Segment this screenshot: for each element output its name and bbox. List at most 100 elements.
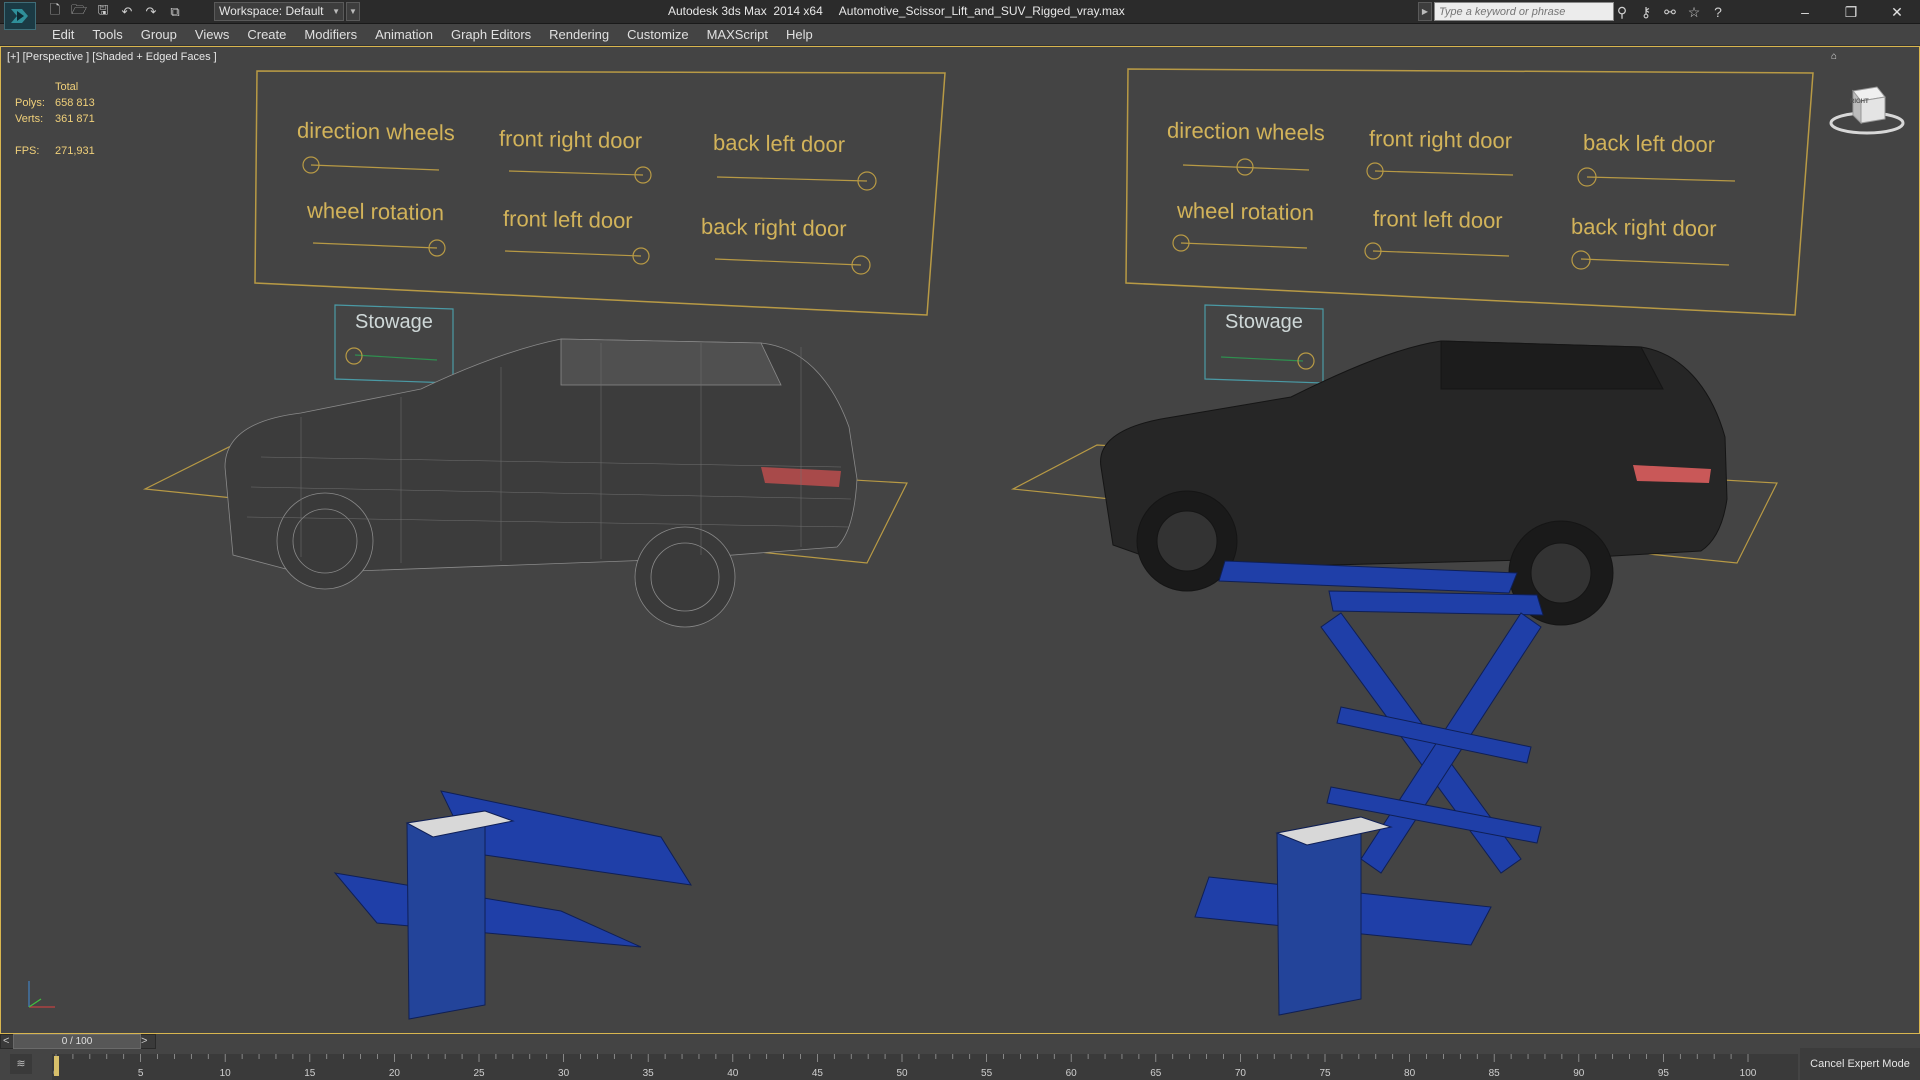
verts-value: 361 871 [55, 113, 95, 125]
frame-indicator [54, 1056, 59, 1076]
time-slider-thumb[interactable]: 0 / 100 [13, 1034, 141, 1049]
window-controls: – ❐ ✕ [1782, 0, 1920, 24]
project-folder-icon[interactable]: ⧉ [164, 2, 186, 22]
search-subscription-icon[interactable]: ⚯ [1660, 2, 1680, 22]
perspective-viewport[interactable]: [+] [Perspective ] [Shaded + Edged Faces… [0, 46, 1920, 1034]
timeline-tick-label: 65 [1150, 1068, 1162, 1079]
redo-icon[interactable]: ↷ [140, 2, 162, 22]
timeline-tick-label: 15 [304, 1068, 316, 1079]
scissor-lift-lowered [333, 790, 692, 1020]
timeline-tick-label: 75 [1319, 1068, 1331, 1079]
menu-graph-editors[interactable]: Graph Editors [451, 27, 531, 42]
label-back-left-door-right[interactable]: back left door [1583, 130, 1715, 158]
label-direction-wheels[interactable]: direction wheels [297, 118, 455, 147]
menu-animation[interactable]: Animation [375, 27, 433, 42]
viewcube-pin-icon[interactable]: ⌂ [1831, 51, 1837, 62]
open-icon[interactable]: 🗁 [68, 2, 90, 22]
next-frame-icon[interactable]: > [141, 1035, 147, 1047]
workspace-label: Workspace: Default [219, 4, 324, 18]
timeline-ruler[interactable]: 0510152025303540455055606570758085909510… [52, 1054, 1798, 1080]
label-wheel-rotation-right[interactable]: wheel rotation [1177, 198, 1314, 226]
viewcube-face-label: RIGHT [1850, 99, 1869, 105]
timeline-tick-label: 5 [138, 1068, 144, 1079]
workspace-dropdown[interactable]: Workspace: Default ▼ [214, 2, 344, 21]
label-front-left-door-right[interactable]: front left door [1373, 206, 1503, 234]
menu-maxscript[interactable]: MAXScript [707, 27, 768, 42]
timeline-tick-label: 90 [1573, 1068, 1585, 1079]
timeline-tick-label: 80 [1404, 1068, 1416, 1079]
undo-icon[interactable]: ↶ [116, 2, 138, 22]
curve-editor-icon[interactable]: ≋ [10, 1054, 32, 1074]
quick-access-toolbar: 🗋 🗁 🖫 ↶ ↷ ⧉ [44, 2, 186, 22]
timeline-tick-label: 45 [812, 1068, 824, 1079]
label-stowage-left[interactable]: Stowage [355, 311, 433, 334]
menu-help[interactable]: Help [786, 27, 813, 42]
viewcube-icon[interactable] [1827, 81, 1907, 137]
menu-views[interactable]: Views [195, 27, 229, 42]
menu-group[interactable]: Group [141, 27, 177, 42]
timeline-tick-label: 60 [1066, 1068, 1078, 1079]
binoculars-icon[interactable]: ⚲ [1612, 2, 1632, 22]
search-input[interactable] [1434, 2, 1614, 21]
timeline-tick-label: 20 [389, 1068, 401, 1079]
menu-create[interactable]: Create [247, 27, 286, 42]
polys-label: Polys: [15, 97, 45, 109]
help-icon[interactable]: ? [1708, 2, 1728, 22]
axis-tripod-icon [28, 981, 55, 1008]
label-back-right-door[interactable]: back right door [701, 214, 847, 243]
label-stowage-right[interactable]: Stowage [1225, 311, 1303, 334]
label-back-left-door[interactable]: back left door [713, 130, 845, 158]
label-front-right-door-right[interactable]: front right door [1369, 126, 1512, 154]
title-bar: 🗋 🗁 🖫 ↶ ↷ ⧉ Workspace: Default ▼ ▼ Autod… [0, 0, 1920, 30]
menu-rendering[interactable]: Rendering [549, 27, 609, 42]
menu-customize[interactable]: Customize [627, 27, 688, 42]
verts-label: Verts: [15, 113, 44, 125]
scene-canvas[interactable] [1, 47, 1919, 1033]
timeline-tick-label: 70 [1235, 1068, 1247, 1079]
menu-modifiers[interactable]: Modifiers [304, 27, 357, 42]
timeline-tick-label: 30 [558, 1068, 570, 1079]
suv-wireframe [224, 338, 858, 628]
control-panel-left-frame [254, 70, 946, 316]
scissor-lift-raised [1194, 560, 1544, 1016]
timeline-tick-label: 95 [1658, 1068, 1670, 1079]
label-front-right-door[interactable]: front right door [499, 126, 642, 154]
fps-value: 271,931 [55, 145, 95, 157]
star-icon[interactable]: ☆ [1684, 2, 1704, 22]
new-icon[interactable]: 🗋 [44, 2, 66, 22]
label-direction-wheels-right[interactable]: direction wheels [1167, 118, 1325, 147]
key-icon[interactable]: ⚷ [1636, 2, 1656, 22]
control-panel-right-frame [1125, 68, 1814, 316]
minimize-button[interactable]: – [1782, 0, 1828, 24]
fps-label: FPS: [15, 145, 40, 157]
timeline-tick-label: 100 [1740, 1068, 1757, 1079]
cancel-expert-mode-button[interactable]: Cancel Expert Mode [1800, 1048, 1920, 1080]
menu-edit[interactable]: Edit [52, 27, 74, 42]
collapse-arrow-icon[interactable]: ▶ [1418, 2, 1432, 21]
label-front-left-door[interactable]: front left door [503, 206, 633, 234]
application-button[interactable] [4, 2, 36, 30]
menu-tools[interactable]: Tools [92, 27, 122, 42]
timeline-tick-label: 25 [473, 1068, 485, 1079]
timeline-tick-label: 85 [1489, 1068, 1501, 1079]
infocenter-tools: ⚲ ⚷ ⚯ ☆ ? [1612, 2, 1728, 22]
chevron-down-icon: ▼ [332, 7, 340, 16]
restore-button[interactable]: ❐ [1828, 0, 1874, 24]
viewport-label[interactable]: [+] [Perspective ] [Shaded + Edged Faces… [7, 51, 217, 63]
infocenter: ▶ [1418, 2, 1614, 21]
timeline-tick-label: 10 [220, 1068, 232, 1079]
customize-qa-dropdown[interactable]: ▼ [346, 2, 360, 21]
label-wheel-rotation[interactable]: wheel rotation [307, 198, 444, 226]
timeline-tick-label: 35 [643, 1068, 655, 1079]
timeline-tick-label: 55 [981, 1068, 993, 1079]
close-button[interactable]: ✕ [1874, 0, 1920, 24]
label-back-right-door-right[interactable]: back right door [1571, 214, 1717, 243]
timeline-tick-label: 50 [896, 1068, 908, 1079]
save-icon[interactable]: 🖫 [92, 2, 114, 22]
prev-frame-icon[interactable]: < [3, 1035, 9, 1047]
stats-overlay: Total Polys: 658 813 Verts: 361 871 FPS: 27… [15, 81, 135, 161]
track-bar: < 0 / 100 > ≋ 05101520253035404550556065… [0, 1034, 1920, 1080]
time-slider[interactable]: < 0 / 100 > [0, 1034, 156, 1049]
stats-header: Total [55, 81, 79, 93]
timeline-tick-label: 40 [727, 1068, 739, 1079]
